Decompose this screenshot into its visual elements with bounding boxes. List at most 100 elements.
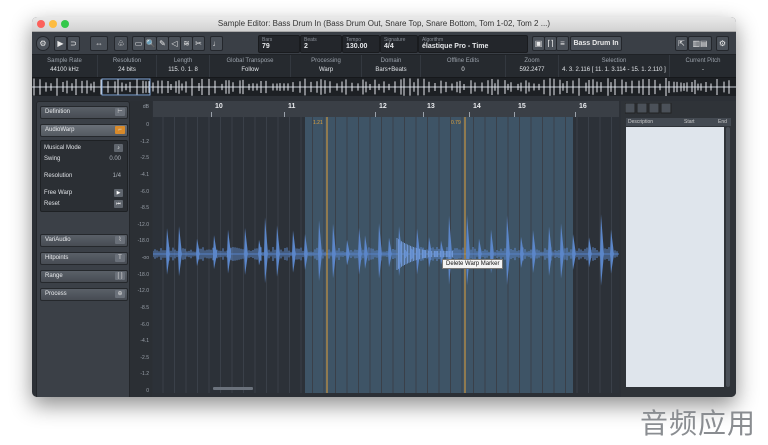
pointer-icon[interactable]: ▶ — [114, 189, 123, 197]
musical-mode-row[interactable]: Musical Mode ♪ — [44, 143, 124, 153]
grid-icon[interactable]: ≡ — [556, 36, 569, 51]
db-unit: dB — [142, 104, 149, 110]
info-processing[interactable]: Processing Warp — [291, 55, 362, 77]
db-tick: 0 — [146, 388, 149, 394]
db-tick: -2.5 — [140, 155, 149, 162]
db-tick: -12.0 — [137, 221, 149, 228]
list-tool-4-icon[interactable] — [660, 103, 672, 114]
tempo-field[interactable]: Tempo 130.00 — [342, 35, 380, 53]
swing-row[interactable]: Swing 0.00 — [44, 154, 124, 164]
hitpoints-button[interactable]: Hitpoints T — [40, 252, 128, 265]
db-tick: -6.0 — [140, 321, 149, 328]
header-end[interactable]: End — [718, 119, 727, 125]
horizontal-scrollbar[interactable] — [213, 387, 253, 390]
info-selection[interactable]: Selection 4. 3. 2.116 [ 11. 1. 3.114 - 15… — [559, 55, 670, 77]
overview-line[interactable] — [32, 78, 736, 96]
overview-waveform — [32, 78, 736, 96]
definition-button[interactable]: Definition ⊢ — [40, 106, 128, 119]
info-zoom[interactable]: Zoom 592.2477 — [506, 55, 559, 77]
db-scale: dB 0 -1.2 -2.5 -4.1 -6.0 -8.5 -12.0 -18.0 -oo -18… — [130, 101, 152, 397]
loop-icon[interactable]: ⊃ — [67, 36, 80, 51]
ruler-bar-number: 14 — [473, 103, 481, 110]
process-icon: ⊕ — [115, 290, 125, 298]
variaudio-icon: ⌇ — [115, 236, 125, 244]
warp-marker-1-label: 1.21 — [313, 120, 323, 126]
info-global-transpose[interactable]: Global Transpose Follow — [210, 55, 291, 77]
snap-icon[interactable]: ⇔ — [90, 36, 108, 51]
ruler-bar-number: 12 — [379, 103, 387, 110]
settings-icon[interactable]: ⚙ — [36, 36, 50, 51]
list-toolbar — [625, 103, 672, 114]
cut-icon[interactable]: ✂ — [192, 36, 205, 51]
ruler-bar-number: 15 — [518, 103, 526, 110]
play-icon[interactable]: ▶ — [54, 36, 67, 51]
db-tick: -2.5 — [140, 354, 149, 361]
info-domain[interactable]: Domain Bars+Beats — [362, 55, 421, 77]
track-name-display[interactable]: Bass Drum In — [570, 36, 622, 51]
list-tool-2-icon[interactable] — [636, 103, 648, 114]
info-current-pitch[interactable]: Current Pitch - — [670, 55, 736, 77]
db-tick: -4.1 — [140, 171, 149, 178]
audiowarp-settings: Musical Mode ♪ Swing 0.00 Resolution 1/4 Fr… — [40, 140, 128, 212]
inspector-panel: Definition ⊢ AudioWarp ⌐ Musical Mode ♪ Swi… — [36, 101, 130, 397]
list-header: Description Start End — [626, 118, 731, 126]
db-tick: 0 — [146, 122, 149, 128]
db-tick: -12.0 — [137, 288, 149, 295]
variaudio-button[interactable]: VariAudio ⌇ — [40, 234, 128, 247]
ruler-bar-number: 13 — [427, 103, 435, 110]
tempo-icon[interactable]: ♩ — [210, 36, 223, 51]
db-tick: -18.0 — [137, 238, 149, 245]
bars-field[interactable]: Bars 79 — [258, 35, 300, 53]
db-tick: -4.1 — [140, 338, 149, 345]
ruler-bar-number: 10 — [215, 103, 223, 110]
db-tick: -oo — [141, 255, 149, 261]
hitpoints-list-panel: Description Start End — [621, 101, 736, 397]
resolution-row[interactable]: Resolution 1/4 — [44, 171, 124, 181]
sample-editor-window: Sample Editor: Bass Drum In (Bass Drum O… — [32, 17, 736, 397]
info-sample-rate[interactable]: Sample Rate 44100 kHz — [32, 55, 98, 77]
list-tool-1-icon[interactable] — [625, 103, 636, 114]
info-offline-edits[interactable]: Offline Edits 0 — [421, 55, 506, 77]
window-title: Sample Editor: Bass Drum In (Bass Drum O… — [217, 19, 551, 28]
note-icon[interactable]: ♪ — [114, 144, 123, 152]
list-body[interactable] — [626, 127, 724, 387]
db-tick: -1.2 — [140, 371, 149, 378]
ruler-bar-number: 11 — [288, 103, 296, 110]
bar-ruler[interactable]: 1011121314151617 — [153, 101, 641, 118]
reset-row[interactable]: Reset ⏮ — [44, 199, 124, 209]
waveform-transient — [600, 214, 604, 286]
title-bar: Sample Editor: Bass Drum In (Bass Drum O… — [32, 17, 736, 32]
list-tool-3-icon[interactable] — [648, 103, 660, 114]
process-button[interactable]: Process ⊕ — [40, 288, 128, 301]
vertical-scrollbar[interactable] — [726, 127, 730, 387]
beats-field[interactable]: Beats 2 — [300, 35, 342, 53]
warp-marker-2-label: 0.79 — [451, 120, 461, 126]
info-resolution[interactable]: Resolution 24 bits — [98, 55, 157, 77]
db-tick: -1.2 — [140, 138, 149, 145]
tooltip: Delete Warp Marker — [442, 259, 504, 269]
definition-icon: ⊢ — [115, 108, 125, 116]
waveform-display[interactable]: 1.21 0.79 — [153, 117, 619, 393]
info-length[interactable]: Length 115. 0. 1. 8 — [157, 55, 210, 77]
header-start[interactable]: Start — [684, 119, 695, 125]
hitpoints-icon: T — [115, 254, 125, 262]
audiowarp-icon: ⌐ — [115, 126, 125, 134]
fold-icon[interactable]: ⇱ — [675, 36, 688, 51]
ruler-bar-number: 16 — [579, 103, 587, 110]
waveform-editor[interactable]: 1.21 0.79 — [153, 117, 619, 393]
range-button[interactable]: Range[ ] — [40, 270, 128, 283]
info-line: Sample Rate 44100 kHz Resolution 24 bits L… — [32, 55, 736, 78]
gear-icon[interactable]: ⚙ — [716, 36, 729, 51]
signature-field[interactable]: Signature 4/4 — [380, 35, 418, 53]
db-tick: -8.5 — [140, 304, 149, 311]
layout-icon[interactable]: ▥▤ — [688, 36, 712, 51]
warp-tool-icon[interactable]: ♧ — [114, 36, 128, 51]
range-icon: [ ] — [115, 272, 125, 280]
algorithm-select[interactable]: Algorithm élastique Pro - Time — [418, 35, 528, 53]
reset-icon[interactable]: ⏮ — [114, 200, 123, 208]
free-warp-row[interactable]: Free Warp ▶ — [44, 188, 124, 198]
header-description[interactable]: Description — [628, 119, 653, 125]
db-tick: -8.5 — [140, 205, 149, 212]
audiowarp-button[interactable]: AudioWarp ⌐ — [40, 124, 128, 137]
db-tick: -6.0 — [140, 188, 149, 195]
